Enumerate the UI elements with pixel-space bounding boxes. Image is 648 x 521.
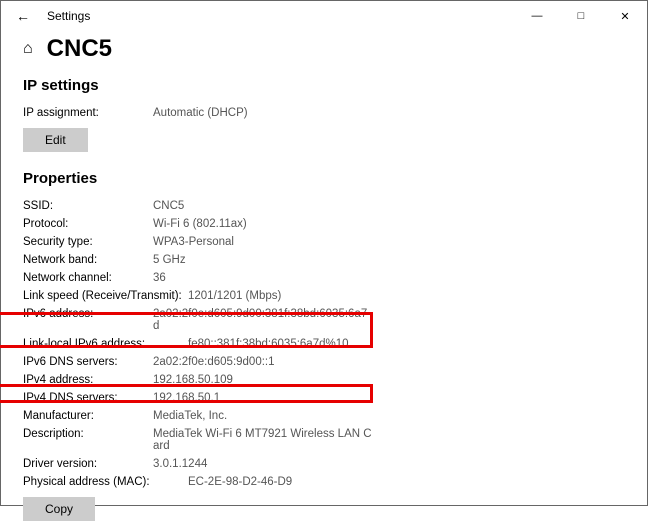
maximize-button[interactable]: □ bbox=[559, 1, 603, 31]
minimize-button[interactable]: ― bbox=[515, 1, 559, 31]
property-value: 36 bbox=[153, 272, 166, 284]
property-row: Network channel:36 bbox=[23, 269, 625, 287]
property-row: IPv4 DNS servers:192.168.50.1 bbox=[23, 389, 625, 407]
property-label: IPv4 DNS servers: bbox=[23, 392, 153, 404]
property-value: MediaTek, Inc. bbox=[153, 410, 227, 422]
property-value: fe80::381f:38bd:6035:6a7d%10 bbox=[188, 338, 349, 350]
property-value: CNC5 bbox=[153, 200, 184, 212]
property-value: 5 GHz bbox=[153, 254, 186, 266]
properties-heading: Properties bbox=[23, 170, 625, 187]
property-label: Protocol: bbox=[23, 218, 153, 230]
ip-assignment-value: Automatic (DHCP) bbox=[153, 107, 248, 119]
property-label: Driver version: bbox=[23, 458, 153, 470]
property-value: 3.0.1.1244 bbox=[153, 458, 207, 470]
property-label: SSID: bbox=[23, 200, 153, 212]
property-row: Physical address (MAC):EC-2E-98-D2-46-D9 bbox=[23, 473, 625, 491]
page-title: CNC5 bbox=[47, 35, 112, 63]
property-value: 192.168.50.109 bbox=[153, 374, 233, 386]
property-row: Driver version:3.0.1.1244 bbox=[23, 455, 625, 473]
property-label: Link-local IPv6 address: bbox=[23, 338, 188, 350]
property-label: Description: bbox=[23, 428, 153, 440]
content: ⌂ CNC5 IP settings IP assignment: Automa… bbox=[1, 35, 647, 511]
property-value: 192.168.50.1 bbox=[153, 392, 220, 404]
property-label: Network channel: bbox=[23, 272, 153, 284]
titlebar: ← Settings ― □ ✕ bbox=[1, 1, 647, 31]
ip-assignment-label: IP assignment: bbox=[23, 107, 153, 119]
page-header: ⌂ CNC5 bbox=[23, 35, 625, 63]
property-row: IPv4 address:192.168.50.109 bbox=[23, 371, 625, 389]
property-label: IPv6 DNS servers: bbox=[23, 356, 153, 368]
app-title: Settings bbox=[47, 9, 90, 23]
property-row: SSID:CNC5 bbox=[23, 197, 625, 215]
property-row: Security type:WPA3-Personal bbox=[23, 233, 625, 251]
property-row: Manufacturer:MediaTek, Inc. bbox=[23, 407, 625, 425]
property-label: IPv4 address: bbox=[23, 374, 153, 386]
property-value: EC-2E-98-D2-46-D9 bbox=[188, 476, 292, 488]
property-row: IPv6 address:2a02:2f0e:d605:9d00:381f:38… bbox=[23, 305, 625, 335]
ip-settings-heading: IP settings bbox=[23, 77, 625, 94]
property-row: Link speed (Receive/Transmit):1201/1201 … bbox=[23, 287, 625, 305]
properties-list: SSID:CNC5Protocol:Wi-Fi 6 (802.11ax)Secu… bbox=[23, 197, 625, 491]
copy-button[interactable]: Copy bbox=[23, 497, 95, 521]
home-icon[interactable]: ⌂ bbox=[23, 40, 33, 58]
property-value: 2a02:2f0e:d605:9d00:381f:38bd:6035:6a7d bbox=[153, 308, 373, 332]
property-label: Link speed (Receive/Transmit): bbox=[23, 290, 188, 302]
close-button[interactable]: ✕ bbox=[603, 1, 647, 31]
edit-button[interactable]: Edit bbox=[23, 128, 88, 152]
ip-assignment-row: IP assignment: Automatic (DHCP) bbox=[23, 104, 625, 122]
property-label: Security type: bbox=[23, 236, 153, 248]
property-value: 1201/1201 (Mbps) bbox=[188, 290, 281, 302]
property-row: IPv6 DNS servers:2a02:2f0e:d605:9d00::1 bbox=[23, 353, 625, 371]
property-label: Manufacturer: bbox=[23, 410, 153, 422]
property-value: WPA3-Personal bbox=[153, 236, 234, 248]
property-value: 2a02:2f0e:d605:9d00::1 bbox=[153, 356, 275, 368]
property-value: Wi-Fi 6 (802.11ax) bbox=[153, 218, 247, 230]
property-row: Description:MediaTek Wi-Fi 6 MT7921 Wire… bbox=[23, 425, 625, 455]
property-value: MediaTek Wi-Fi 6 MT7921 Wireless LAN Car… bbox=[153, 428, 373, 452]
property-label: Network band: bbox=[23, 254, 153, 266]
back-button[interactable]: ← bbox=[9, 8, 37, 24]
property-row: Protocol:Wi-Fi 6 (802.11ax) bbox=[23, 215, 625, 233]
property-row: Link-local IPv6 address:fe80::381f:38bd:… bbox=[23, 335, 625, 353]
property-label: Physical address (MAC): bbox=[23, 476, 188, 488]
property-row: Network band:5 GHz bbox=[23, 251, 625, 269]
property-label: IPv6 address: bbox=[23, 308, 153, 320]
